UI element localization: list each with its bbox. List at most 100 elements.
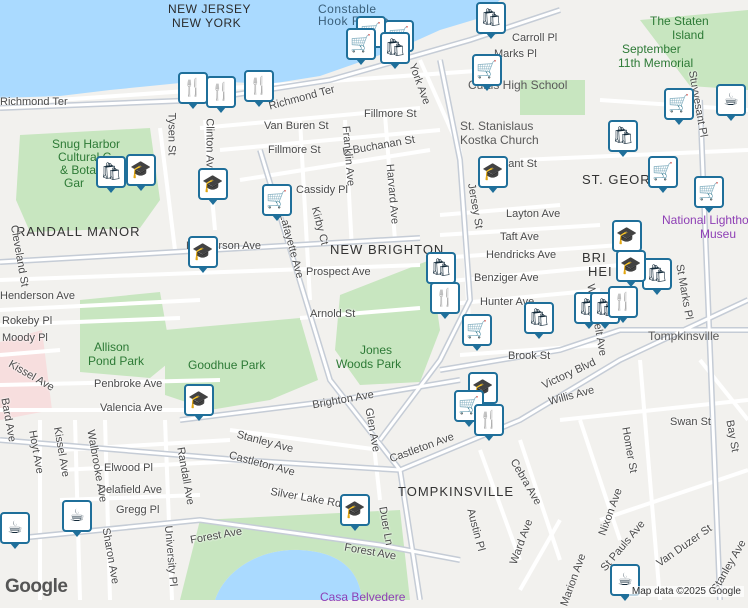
- restaurant-pin[interactable]: 🍴: [608, 286, 638, 323]
- shopping-cart-icon: 🛒: [266, 189, 288, 210]
- street-label: Richmond Ter: [0, 96, 68, 108]
- street-label: Gregg Pl: [116, 504, 160, 516]
- street-label: Cassidy Pl: [296, 184, 348, 196]
- cafe-pin[interactable]: ☕: [716, 84, 746, 121]
- shopping-cart-icon: 🛒: [476, 59, 498, 80]
- lighthouse-museum-label-2: Museu: [700, 227, 737, 241]
- randall-manor-label: RANDALL MANOR: [16, 224, 141, 239]
- fork-knife-icon: 🍴: [434, 287, 456, 308]
- memorial-label-4: 11th Memorial: [618, 56, 694, 70]
- grocery-pin[interactable]: 🛒: [346, 28, 376, 65]
- shopping-cart-icon: 🛒: [652, 161, 674, 182]
- fork-knife-icon: 🍴: [612, 291, 634, 312]
- cafe-pin[interactable]: ☕: [0, 512, 30, 549]
- coffee-cup-icon: ☕: [723, 89, 739, 110]
- school-pin[interactable]: 🎓: [126, 154, 156, 191]
- tompkinsville-label: TOMPKINSVILLE: [398, 484, 515, 499]
- restaurant-pin[interactable]: 🍴: [474, 404, 504, 441]
- shopping-bag-icon: 🛍: [100, 161, 122, 182]
- grocery-pin[interactable]: 🛒: [462, 314, 492, 351]
- school-pin[interactable]: 🎓: [340, 494, 370, 531]
- graduation-cap-icon: 🎓: [344, 499, 366, 520]
- graduation-cap-icon: 🎓: [188, 389, 210, 410]
- shopping-pin[interactable]: 🛍: [476, 2, 506, 39]
- graduation-cap-icon: 🎓: [192, 241, 214, 262]
- brighton-heights-label-2: HEI: [588, 264, 613, 279]
- church-label-2: Kostka Church: [460, 133, 539, 147]
- street-label: Prospect Ave: [306, 266, 371, 278]
- graduation-cap-icon: 🎓: [482, 161, 504, 182]
- street-label: Benziger Ave: [474, 272, 539, 284]
- school-pin[interactable]: 🎓: [184, 384, 214, 421]
- jones-woods-label-2: Woods Park: [336, 357, 402, 371]
- cafe-pin[interactable]: ☕: [62, 500, 92, 537]
- shopping-bag-icon: 🛍: [480, 7, 502, 28]
- allison-pond-label-2: Pond Park: [88, 354, 145, 368]
- street-label: Clinton Ave: [203, 118, 216, 174]
- grocery-pin[interactable]: 🛒: [472, 54, 502, 91]
- google-logo: Google: [5, 576, 68, 597]
- goodhue-park-label: Goodhue Park: [188, 358, 266, 372]
- map-attribution[interactable]: Map data ©2025 Google: [628, 586, 744, 597]
- new-york-label: NEW YORK: [172, 16, 242, 30]
- shopping-pin[interactable]: 🛍: [608, 120, 638, 157]
- graduation-cap-icon: 🎓: [616, 225, 638, 246]
- shopping-bag-icon: 🛍: [612, 125, 634, 146]
- school-pin[interactable]: 🎓: [616, 250, 646, 287]
- restaurant-pin[interactable]: 🍴: [430, 282, 460, 319]
- grocery-pin[interactable]: 🛒: [664, 88, 694, 125]
- shopping-bag-icon: 🛍: [528, 307, 550, 328]
- brighton-heights-label-1: BRI: [582, 250, 607, 265]
- snug-harbor-label-1: Snug Harbor: [52, 137, 121, 151]
- fork-knife-icon: 🍴: [182, 77, 204, 98]
- fork-knife-icon: 🍴: [248, 75, 270, 96]
- shopping-cart-icon: 🛒: [698, 181, 720, 202]
- shopping-pin[interactable]: 🛍: [426, 252, 456, 289]
- shopping-pin[interactable]: 🛍: [524, 302, 554, 339]
- shopping-cart-icon: 🛒: [466, 319, 488, 340]
- street-label: Valencia Ave: [100, 402, 163, 414]
- shopping-bag-icon: 🛍: [430, 257, 452, 278]
- school-pin[interactable]: 🎓: [478, 156, 508, 193]
- grocery-pin[interactable]: 🛒: [262, 184, 292, 221]
- fork-knife-icon: 🍴: [210, 81, 232, 102]
- casa-belvedere-label: Casa Belvedere: [320, 590, 406, 604]
- street-label: Arnold St: [310, 308, 356, 320]
- restaurant-pin[interactable]: 🍴: [206, 76, 236, 113]
- street-label: Moody Pl: [2, 332, 48, 344]
- jones-woods-label-1: Jones: [360, 343, 393, 357]
- street-label: Elwood Pl: [104, 462, 153, 474]
- shopping-bag-icon: 🛍: [384, 37, 406, 58]
- lighthouse-museum-label-1: National Lighthouse: [662, 213, 748, 227]
- street-label: Taft Ave: [500, 231, 539, 243]
- street-label: Swan St: [670, 416, 711, 428]
- shopping-cart-icon: 🛒: [668, 93, 690, 114]
- shopping-pin[interactable]: 🛍: [96, 156, 126, 193]
- restaurant-pin[interactable]: 🍴: [178, 72, 208, 109]
- school-pin[interactable]: 🎓: [612, 220, 642, 257]
- memorial-label-2: Island: [672, 28, 705, 42]
- street-label: Penbroke Ave: [94, 378, 163, 390]
- shopping-pin[interactable]: 🛍: [642, 258, 672, 295]
- grocery-pin[interactable]: 🛒: [648, 156, 678, 193]
- shopping-bag-icon: 🛍: [646, 263, 668, 284]
- grocery-pin[interactable]: 🛒: [694, 176, 724, 213]
- snug-harbor-label-3: & Bota: [60, 163, 97, 177]
- school-pin[interactable]: 🎓: [188, 236, 218, 273]
- memorial-label-1: The Staten: [650, 14, 709, 28]
- street-label: Rokeby Pl: [2, 315, 53, 327]
- street-label: Hendricks Ave: [486, 249, 557, 261]
- tompkinsville-station-label: Tompkinsville: [648, 329, 720, 343]
- shopping-pin[interactable]: 🛍: [380, 32, 410, 69]
- graduation-cap-icon: 🎓: [620, 255, 642, 276]
- street-label: Henderson Ave: [0, 290, 76, 302]
- street-label: Van Buren St: [264, 120, 329, 132]
- fork-knife-icon: 🍴: [478, 409, 500, 430]
- street-label: Brook St: [508, 350, 551, 362]
- restaurant-pin[interactable]: 🍴: [244, 70, 274, 107]
- memorial-label-3: September: [622, 42, 681, 56]
- school-pin[interactable]: 🎓: [198, 168, 228, 205]
- graduation-cap-icon: 🎓: [202, 173, 224, 194]
- street-label: Carroll Pl: [512, 32, 558, 44]
- graduation-cap-icon: 🎓: [130, 159, 152, 180]
